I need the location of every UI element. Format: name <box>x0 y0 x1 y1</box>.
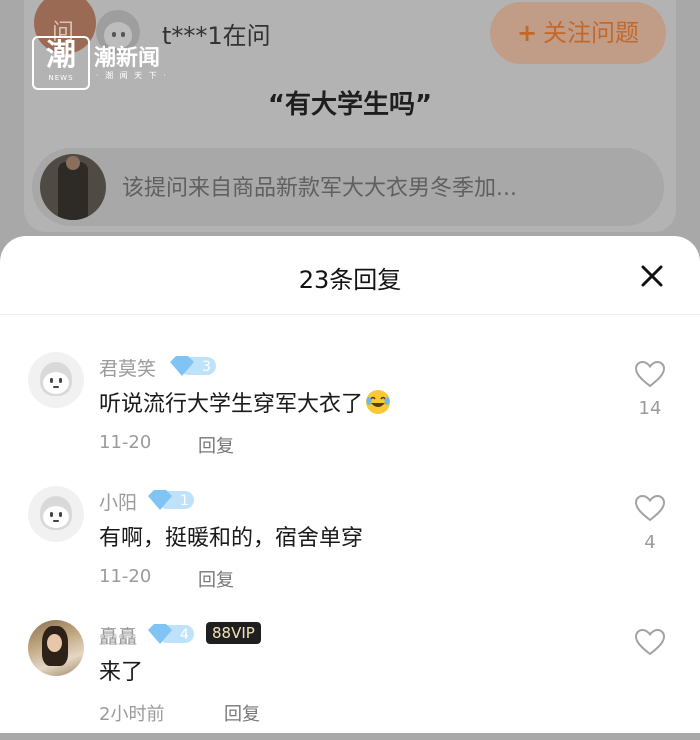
close-icon[interactable] <box>634 258 670 294</box>
product-link[interactable]: 该提问来自商品新款军大大衣男冬季加... <box>32 148 664 226</box>
asker-label: t***1在问 <box>162 22 271 50</box>
vip-badge: 88VIP <box>206 622 261 644</box>
product-thumbnail <box>40 154 106 220</box>
comment-date: 11-20 <box>99 432 152 453</box>
comment-item: 君莫笑 3 听说流行大学生穿军大衣了 11-20 回复 14 <box>0 352 700 472</box>
sheet-header: 23条回复 <box>0 236 700 315</box>
plus-icon: + <box>516 19 538 47</box>
svg-text:4: 4 <box>180 627 189 643</box>
diamond-level-icon: 1 <box>148 490 194 510</box>
comment-date: 2小时前 <box>99 704 165 725</box>
avatar[interactable] <box>28 620 84 676</box>
comment-item: 矗矗 4 88VIP 来了 2小时前 回复 <box>0 620 700 740</box>
commenter-name[interactable]: 君莫笑 <box>99 354 156 381</box>
diamond-level-icon: 3 <box>170 356 216 376</box>
comment-text: 听说流行大学生穿军大衣了 <box>99 386 391 418</box>
svg-text:3: 3 <box>202 359 211 375</box>
like-count: 14 <box>638 398 662 419</box>
reply-button[interactable]: 回复 <box>198 432 234 458</box>
diamond-level-icon: 4 <box>148 624 194 644</box>
comment-text: 来了 <box>99 660 144 685</box>
svg-text:1: 1 <box>180 493 189 509</box>
comment-text: 有啊，挺暖和的，宿舍单穿 <box>99 526 364 551</box>
like-count: 4 <box>644 532 656 553</box>
comment-item: 小阳 1 有啊，挺暖和的，宿舍单穿 11-20 回复 4 <box>0 486 700 606</box>
avatar[interactable] <box>28 486 84 542</box>
laughing-tears-emoji-icon <box>366 390 391 414</box>
follow-question-button[interactable]: + 关注问题 <box>490 2 666 64</box>
replies-count-title: 23条回复 <box>298 266 402 294</box>
replies-sheet: 23条回复 君莫笑 3 听说流行大学生穿军大衣了 11-20 回复 14 小阳 … <box>0 236 700 733</box>
logo-slogan: · 潮 闻 天 下 · <box>96 71 168 80</box>
background-overlay: 问 t***1在问 + 关注问题 “有大学生吗” 该提问来自商品新款军大大衣男冬季… <box>0 0 700 250</box>
chaoxinwen-logo: 潮 NEWS <box>32 36 90 90</box>
reply-button[interactable]: 回复 <box>224 700 260 726</box>
avatar[interactable] <box>28 352 84 408</box>
commenter-name[interactable]: 矗矗 <box>99 622 137 649</box>
product-link-text: 该提问来自商品新款军大大衣男冬季加... <box>122 176 517 201</box>
comment-date: 11-20 <box>99 566 152 587</box>
logo-name: 潮新闻 <box>94 46 161 71</box>
heart-icon[interactable] <box>634 494 666 522</box>
follow-question-label: 关注问题 <box>543 19 640 47</box>
question-title: “有大学生吗” <box>267 90 433 120</box>
commenter-name[interactable]: 小阳 <box>99 488 137 515</box>
reply-button[interactable]: 回复 <box>198 566 234 592</box>
heart-icon[interactable] <box>634 360 666 388</box>
heart-icon[interactable] <box>634 628 666 656</box>
